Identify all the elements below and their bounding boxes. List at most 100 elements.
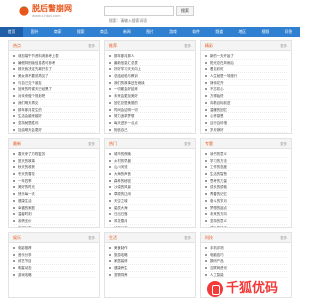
list-item[interactable]: 城市的夜晚	[109, 151, 191, 158]
list-item[interactable]: 方得始终	[205, 93, 287, 100]
list-item[interactable]: 健康生活	[13, 198, 95, 205]
nav-item-4[interactable]: 商品	[92, 27, 115, 37]
list-item[interactable]: 那天我决定先离开去了	[13, 66, 95, 74]
list-item[interactable]: 与自己交个朋友	[13, 80, 95, 87]
list-item[interactable]: 成功的秘诀	[205, 225, 287, 227]
card-title[interactable]: 热点	[13, 41, 21, 51]
list-item[interactable]: 电脑技巧	[205, 252, 287, 259]
card-more-link[interactable]: 更多	[88, 139, 95, 149]
list-item[interactable]: 游戏攻略	[13, 272, 95, 279]
list-item[interactable]: 春天来了万物复苏	[13, 151, 95, 158]
search-button[interactable]: 搜索	[176, 6, 194, 16]
list-item[interactable]: 综艺节目	[13, 258, 95, 266]
list-item[interactable]: 心怀感恩	[205, 113, 287, 120]
list-item[interactable]: 暑假特别版信息表可参考	[13, 60, 95, 67]
list-item[interactable]: 成长的烦恼	[205, 184, 287, 192]
nav-item-9[interactable]: 频道	[208, 27, 231, 37]
list-item[interactable]: 请加端午节资料请参考上表	[13, 53, 95, 60]
list-item[interactable]: 日出日落	[109, 211, 191, 218]
list-item[interactable]: 不忘初心	[205, 86, 287, 94]
list-item[interactable]: 看见彩虹	[205, 66, 287, 74]
card-more-link[interactable]: 更多	[280, 139, 287, 149]
list-item[interactable]: 森林的秘密	[109, 178, 191, 185]
nav-item-0[interactable]: 首页	[0, 27, 24, 37]
list-item[interactable]: 乡村的早晨	[109, 158, 191, 165]
list-item[interactable]: 思考的力量	[205, 178, 287, 185]
card-more-link[interactable]: 更多	[184, 139, 191, 149]
site-logo[interactable]: 脱后瞥崩网 www.t-hbzl.com	[18, 3, 78, 23]
list-item[interactable]: 健康养生	[109, 265, 191, 272]
list-item[interactable]: 奋斗的岁月	[205, 198, 287, 205]
list-item[interactable]: 大海的声音	[109, 171, 191, 178]
list-item[interactable]: 旅游攻略	[109, 252, 191, 259]
list-item[interactable]: 美女请不要说再见了	[13, 73, 95, 80]
card-title[interactable]: 科技	[205, 233, 213, 243]
list-item[interactable]: 回忆总是美丽的	[109, 100, 191, 107]
list-item[interactable]: 秋天的收获	[13, 164, 95, 172]
list-item[interactable]: 生活的智慧	[205, 171, 287, 178]
card-more-link[interactable]: 更多	[184, 233, 191, 243]
nav-item-11[interactable]: 视频	[254, 27, 277, 37]
nav-item-6[interactable]: 图片	[138, 27, 161, 37]
card-more-link[interactable]: 更多	[88, 233, 95, 243]
nav-item-8[interactable]: 软件	[185, 27, 208, 37]
nav-item-7[interactable]: 游戏	[162, 27, 185, 37]
list-item[interactable]: 天空之城	[109, 198, 191, 205]
list-item[interactable]: 对未来做个规划吧	[13, 93, 95, 100]
card-more-link[interactable]: 更多	[88, 41, 95, 51]
list-item[interactable]: 青春的记忆	[205, 191, 287, 198]
list-item[interactable]: 电影推荐	[13, 245, 95, 252]
list-item[interactable]: 人生就是一场旅行	[205, 73, 287, 80]
nav-item-12[interactable]: 问答	[277, 27, 300, 37]
list-item[interactable]: 草原的辽阔	[109, 191, 191, 198]
nav-item-1[interactable]: 国外	[23, 27, 46, 37]
list-item[interactable]: 美好的时光	[13, 184, 95, 192]
card-title[interactable]: 推荐	[109, 41, 117, 51]
list-item[interactable]: 坚持的意义	[205, 218, 287, 225]
list-item[interactable]: 诗和远方	[109, 225, 191, 227]
list-item[interactable]: 音乐分享	[13, 252, 95, 259]
list-item[interactable]: 总结经验与教训	[109, 73, 191, 80]
list-item[interactable]: 幸福的家庭	[13, 205, 95, 212]
list-item[interactable]: 工作的态度	[205, 164, 287, 172]
card-more-link[interactable]: 更多	[280, 233, 287, 243]
list-item[interactable]: 静待花开	[205, 80, 287, 87]
list-item[interactable]: 阳光总在风雨后	[205, 60, 287, 67]
list-item[interactable]: 学习的方法	[205, 158, 287, 165]
list-item[interactable]: 生活会越来越好	[13, 113, 95, 120]
list-item[interactable]: 宠物饲养	[109, 272, 191, 279]
list-item[interactable]: 夏天的故事	[13, 158, 95, 165]
list-item[interactable]: 温馨时刻	[13, 211, 95, 218]
nav-item-10[interactable]: 地区	[231, 27, 254, 37]
list-item[interactable]: 美食制作	[109, 245, 191, 252]
list-item[interactable]: 那年那月那人	[109, 53, 191, 60]
list-item[interactable]: 一切都会好起来	[109, 86, 191, 94]
list-item[interactable]: 相信自己	[109, 127, 191, 133]
list-item[interactable]: 友谊长存	[13, 225, 95, 227]
nav-item-5[interactable]: 新闻	[115, 27, 138, 37]
list-item[interactable]: 风花雪月	[109, 218, 191, 225]
list-item[interactable]: 加油明天会更好	[13, 127, 95, 133]
list-item[interactable]: 人工智能	[205, 272, 287, 279]
list-item[interactable]: 手机评测	[205, 245, 287, 252]
list-item[interactable]: 未来的方向	[205, 211, 287, 218]
list-item[interactable]: 我们的故事还在继续	[109, 80, 191, 87]
list-item[interactable]: 一年四季	[13, 178, 95, 185]
list-item[interactable]: 努力追求梦想	[109, 113, 191, 120]
list-item[interactable]: 家居装修	[109, 258, 191, 266]
list-item[interactable]: 未来会更加美好	[109, 93, 191, 100]
list-item[interactable]: 时间会证明一切	[109, 107, 191, 114]
list-item[interactable]: 每天进步一点点	[109, 120, 191, 127]
list-item[interactable]: 向着目标前进	[205, 100, 287, 107]
list-item[interactable]: 读书的意义	[205, 151, 287, 158]
list-item[interactable]: 冬天的雪花	[13, 171, 95, 178]
list-item[interactable]: 山川河流	[109, 164, 191, 172]
list-item[interactable]: 明星动态	[13, 265, 95, 272]
list-item[interactable]: 新的一天开始了	[205, 53, 287, 60]
list-item[interactable]: 最新信息汇总表	[109, 60, 191, 67]
card-title[interactable]: 专题	[205, 139, 213, 149]
list-item[interactable]: 坚持就是胜利	[13, 120, 95, 127]
list-item[interactable]: 温暖的回忆	[205, 107, 287, 114]
list-item[interactable]: 亲情无价	[13, 218, 95, 225]
list-item[interactable]: 快乐每一天	[13, 191, 95, 198]
